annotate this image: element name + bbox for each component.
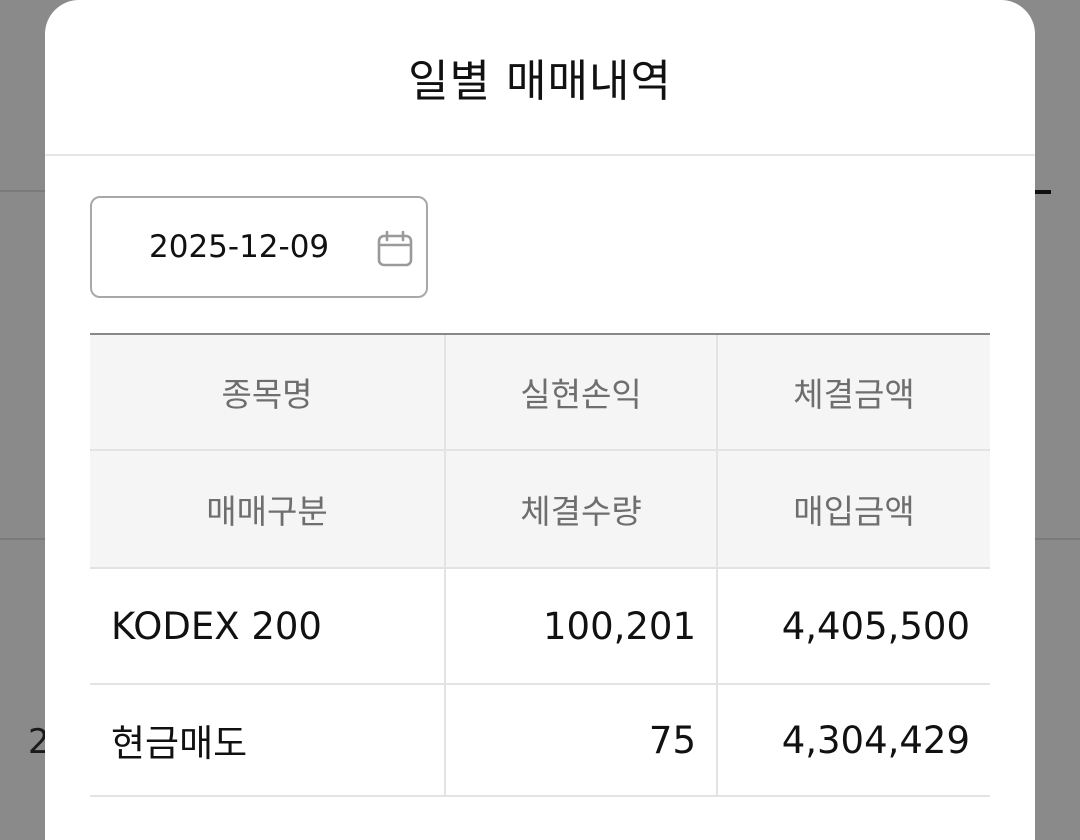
modal-title: 일별 매매내역: [408, 56, 672, 107]
background-divider: [0, 538, 45, 540]
table-header-row: 종목명 실현손익 체결금액: [90, 335, 990, 451]
stock-name: KODEX 200: [90, 569, 446, 685]
date-picker[interactable]: 2025-12-09: [90, 196, 428, 298]
table-header-row: 매매구분 체결수량 매입금액: [90, 451, 990, 569]
trade-table: 종목명 실현손익 체결금액 매매구분 체결수량 매입금액 KODEX 200 1…: [90, 333, 990, 797]
realized-pnl: 100,201: [446, 569, 718, 685]
purchase-amount: 4,304,429: [718, 685, 990, 797]
daily-trade-history-modal: 일별 매매내역 2025-12-09 종목명 실현손익 체결금액 매매구분 체결…: [45, 0, 1035, 840]
header-realized-pnl: 실현손익: [446, 335, 718, 451]
quantity: 75: [446, 685, 718, 797]
header-purchase-amount: 매입금액: [718, 451, 990, 569]
trade-type: 현금매도: [90, 685, 446, 797]
modal-header: 일별 매매내역: [45, 0, 1035, 156]
background-dash: [1035, 190, 1051, 194]
table-row[interactable]: 현금매도 75 4,304,429: [90, 685, 990, 797]
date-value: 2025-12-09: [149, 229, 330, 265]
background-divider: [0, 190, 45, 192]
header-trade-amount: 체결금액: [718, 335, 990, 451]
trade-amount: 4,405,500: [718, 569, 990, 685]
calendar-icon[interactable]: [376, 230, 414, 268]
background-divider: [1035, 538, 1080, 540]
header-stock-name: 종목명: [90, 335, 446, 451]
header-trade-type: 매매구분: [90, 451, 446, 569]
table-row[interactable]: KODEX 200 100,201 4,405,500: [90, 569, 990, 685]
header-quantity: 체결수량: [446, 451, 718, 569]
